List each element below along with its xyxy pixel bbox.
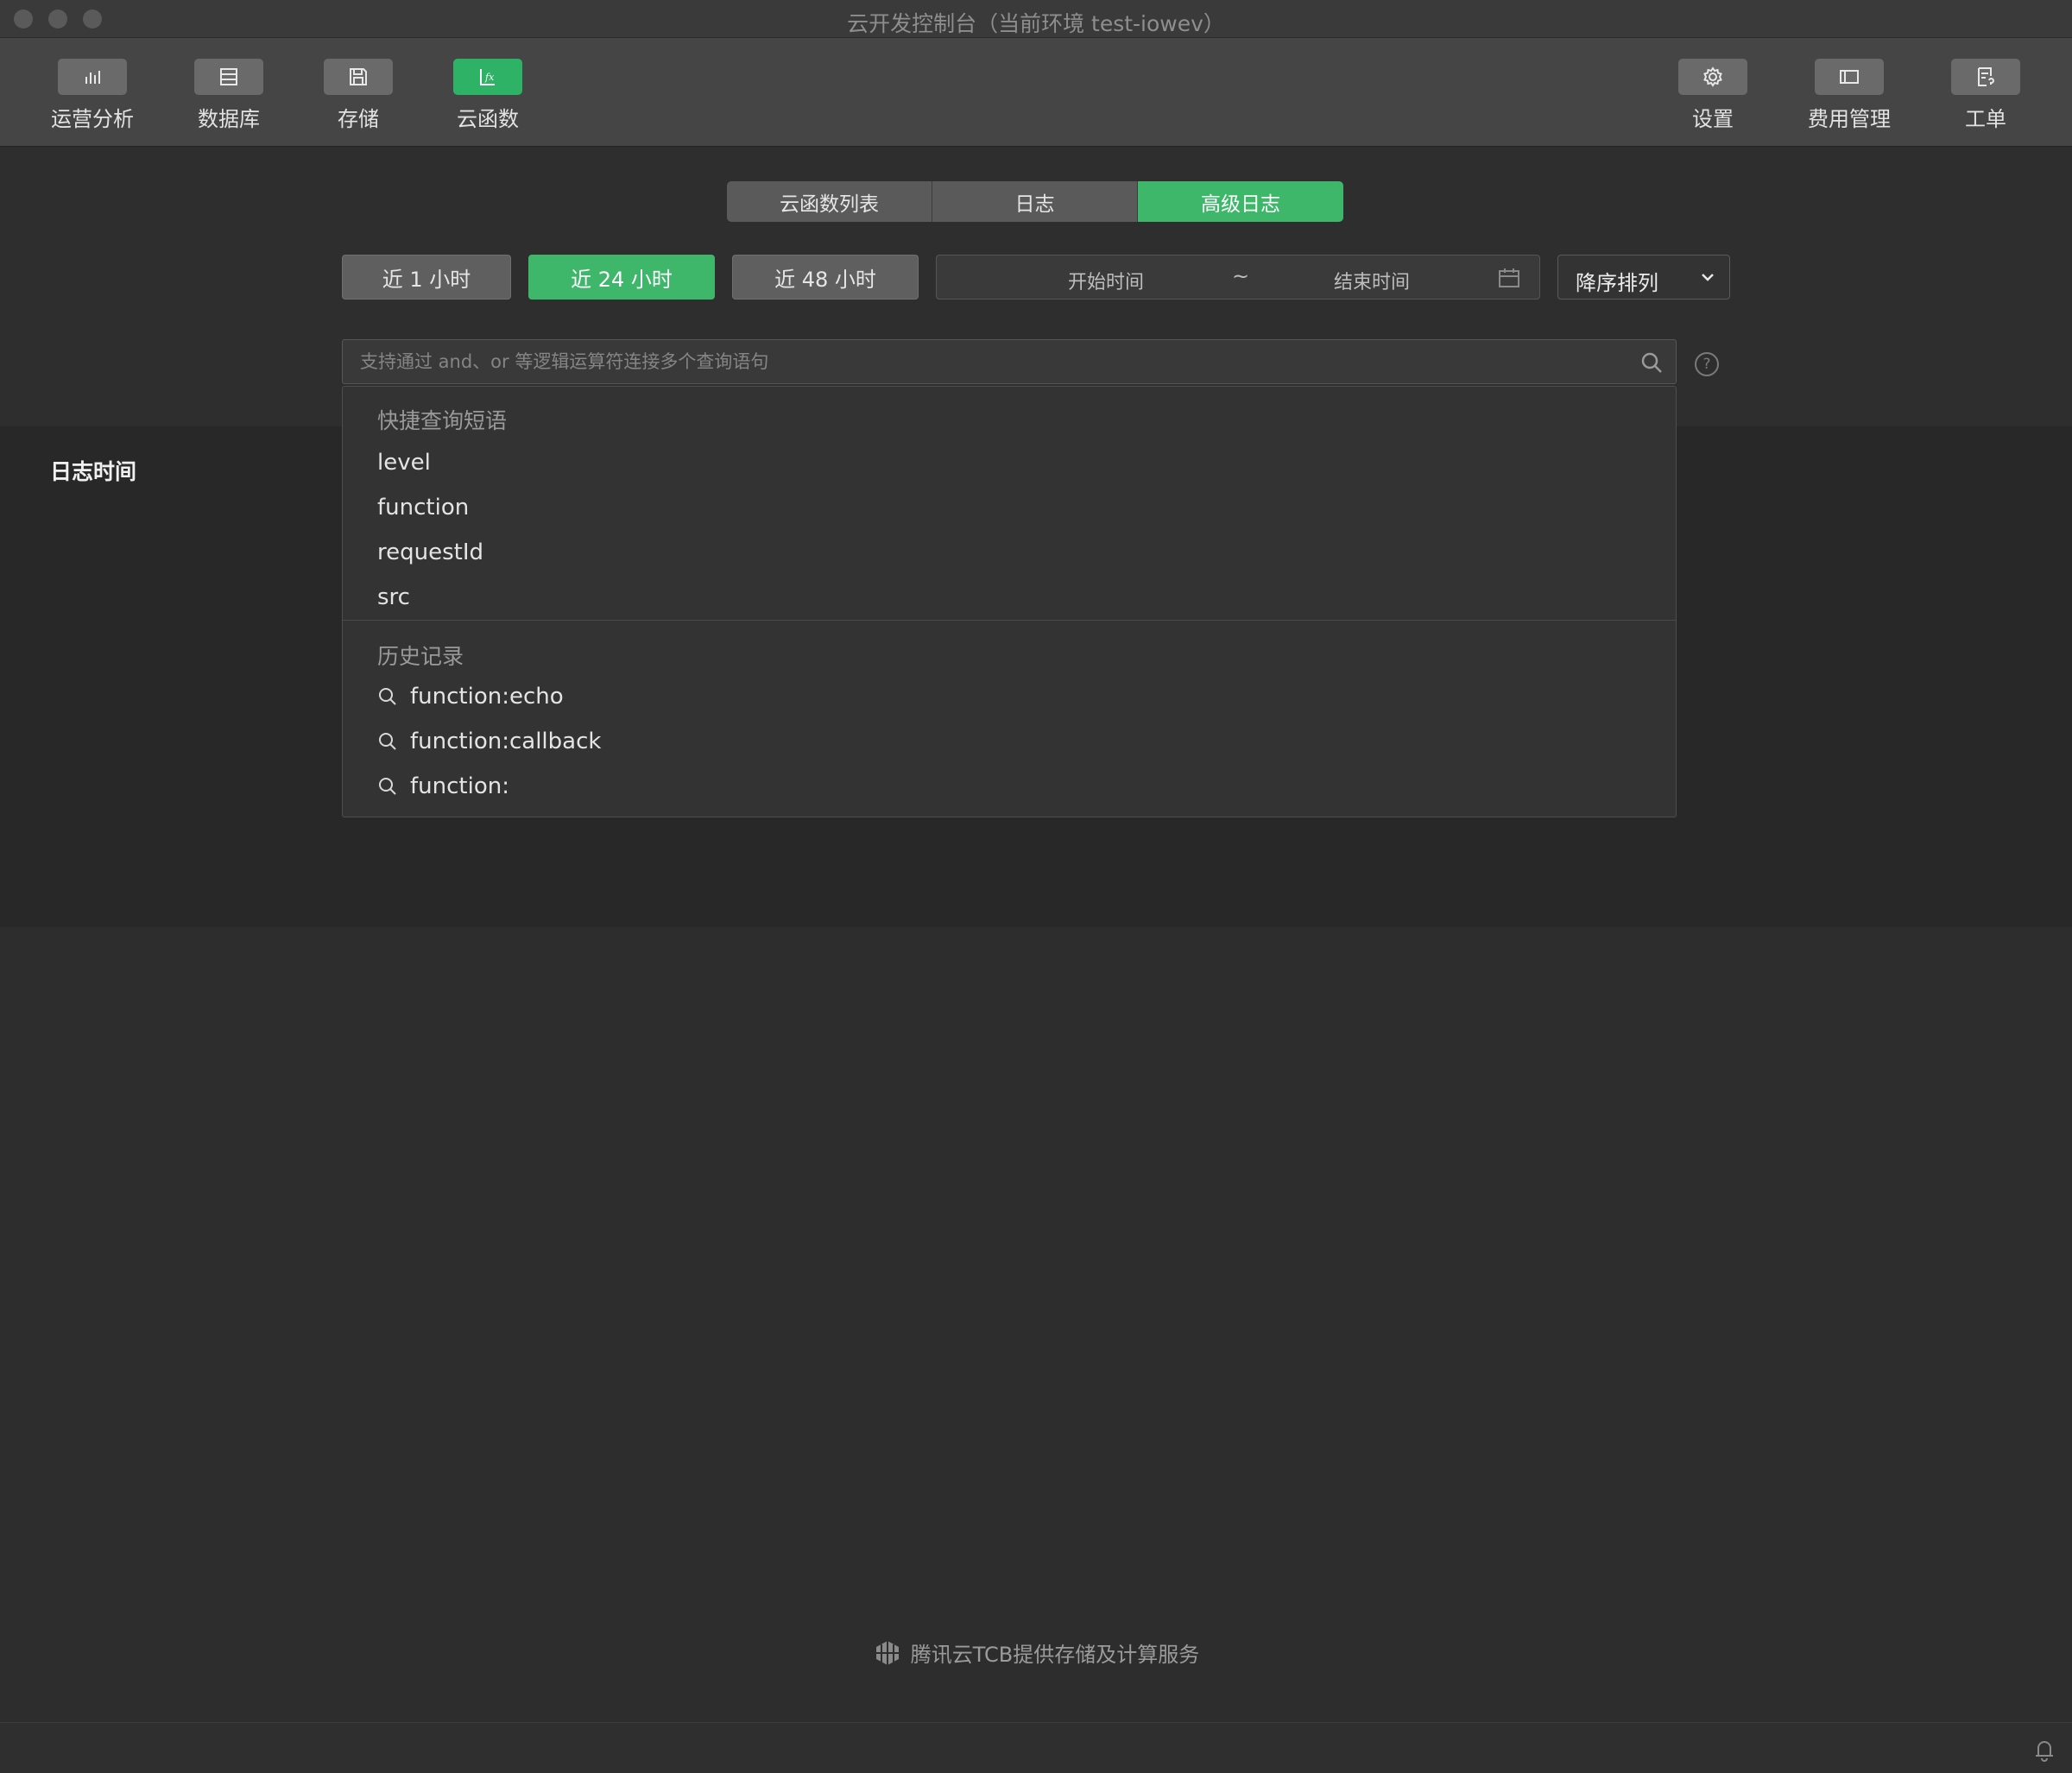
toolbar-label: 费用管理 [1808, 107, 1891, 131]
wallet-icon [1815, 59, 1884, 95]
history-item[interactable]: function: [377, 773, 509, 799]
search-icon[interactable] [1639, 350, 1664, 375]
toolbar-analytics[interactable]: 运营分析 [32, 59, 153, 132]
quick-query-item[interactable]: function [377, 495, 469, 521]
floppy-disk-icon [324, 59, 393, 95]
toolbar-cloud-functions[interactable]: fx 云函数 [427, 59, 548, 132]
quick-query-item[interactable]: level [377, 450, 431, 476]
sort-order-value: 降序排列 [1576, 271, 1658, 295]
history-item[interactable]: function:callback [377, 729, 601, 754]
toolbar-label: 设置 [1692, 107, 1734, 131]
help-icon[interactable]: ? [1695, 352, 1719, 376]
end-time-field[interactable]: 结束时间 [1334, 267, 1410, 294]
quick-query-item[interactable]: requestId [377, 539, 483, 565]
toolbar-settings[interactable]: 设置 [1652, 59, 1773, 132]
start-time-field[interactable]: 开始时间 [1068, 267, 1144, 294]
search-icon [379, 688, 396, 705]
range-1-hour-button[interactable]: 近 1 小时 [342, 255, 511, 300]
history-item[interactable]: function:echo [377, 684, 564, 710]
date-range-picker[interactable]: 开始时间 ~ 结束时间 [936, 255, 1540, 300]
gear-icon [1678, 59, 1747, 95]
toolbar-label: 云函数 [457, 107, 519, 131]
ticket-icon [1951, 59, 2020, 95]
toolbar-label: 数据库 [198, 107, 260, 131]
toolbar-billing[interactable]: 费用管理 [1789, 59, 1910, 132]
footer: 腾讯云TCB提供存储及计算服务 [0, 1637, 2072, 1668]
history-item-label: function:callback [410, 729, 602, 754]
tab-advanced-logs[interactable]: 高级日志 [1138, 181, 1343, 222]
calendar-icon [1499, 268, 1519, 287]
footer-text: 腾讯云TCB提供存储及计算服务 [910, 1643, 1200, 1667]
range-24-hours-button[interactable]: 近 24 小时 [528, 255, 715, 300]
toolbar-label: 存储 [338, 107, 379, 131]
toolbar-storage[interactable]: 存储 [298, 59, 419, 132]
tab-logs[interactable]: 日志 [932, 181, 1138, 222]
status-bar [0, 1722, 2072, 1773]
title-bar: 云开发控制台（当前环境 test-iowev） [0, 0, 2072, 38]
window-title: 云开发控制台（当前环境 test-iowev） [847, 11, 1225, 36]
date-range-separator: ~ [1232, 264, 1250, 288]
log-search-input[interactable] [343, 340, 1629, 383]
search-suggestions-dropdown: 快捷查询短语 level function requestId src 历史记录… [342, 386, 1677, 817]
toolbar-label: 工单 [1965, 107, 2006, 131]
search-icon [379, 778, 396, 795]
database-icon [194, 59, 263, 95]
sort-order-select[interactable]: 降序排列 [1557, 255, 1730, 300]
history-item-label: function:echo [410, 684, 564, 710]
chevron-down-icon [1702, 274, 1714, 281]
svg-text:fx: fx [484, 72, 495, 83]
range-48-hours-button[interactable]: 近 48 小时 [732, 255, 919, 300]
dropdown-divider [343, 620, 1676, 621]
log-search-box [342, 339, 1677, 384]
bell-icon[interactable] [2032, 1737, 2056, 1763]
history-item-label: function: [410, 773, 509, 799]
history-header: 历史记录 [377, 644, 464, 669]
log-time-column-header: 日志时间 [50, 459, 137, 484]
quick-query-item[interactable]: src [377, 584, 410, 610]
main-toolbar: 运营分析 数据库 存储 fx 云函数 设置 费用管理 工单 [0, 38, 2072, 147]
bar-chart-icon [58, 59, 127, 95]
search-icon [379, 733, 396, 750]
tab-function-list[interactable]: 云函数列表 [727, 181, 932, 222]
tencent-cloud-logo-icon [875, 1640, 899, 1665]
toolbar-database[interactable]: 数据库 [168, 59, 289, 132]
function-fx-icon: fx [453, 59, 522, 95]
function-tabs: 云函数列表 日志 高级日志 [727, 181, 1343, 222]
quick-query-header: 快捷查询短语 [377, 408, 508, 433]
toolbar-tickets[interactable]: 工单 [1925, 59, 2046, 132]
toolbar-label: 运营分析 [51, 107, 134, 131]
